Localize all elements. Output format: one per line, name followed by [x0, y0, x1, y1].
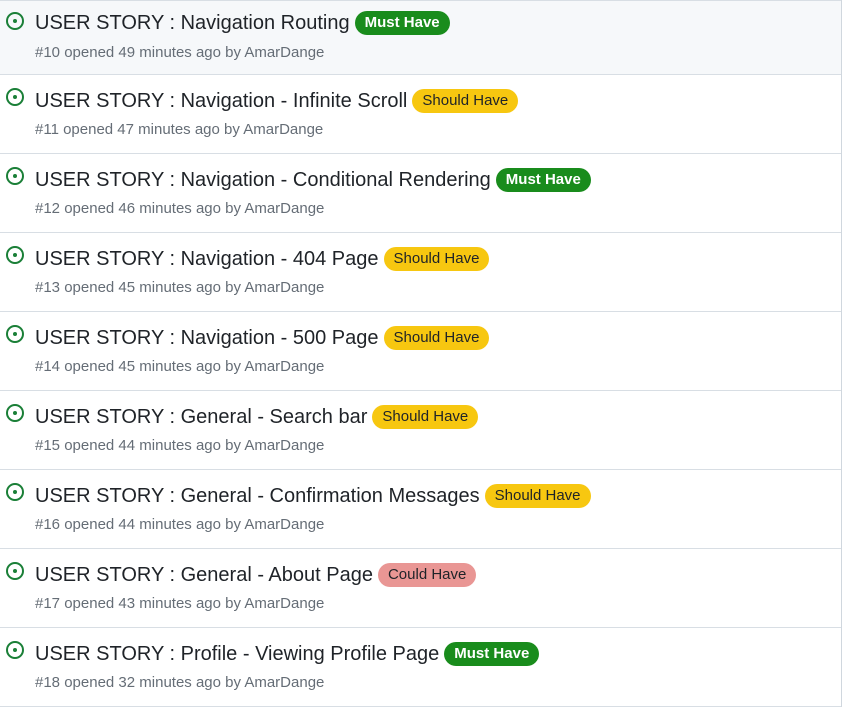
priority-label[interactable]: Should Have	[372, 405, 479, 429]
issue-title-link[interactable]: USER STORY : Navigation - 404 Page	[35, 247, 379, 271]
issue-open-icon	[6, 88, 24, 106]
issue-author-link[interactable]: AmarDange	[244, 200, 324, 217]
issue-title-link[interactable]: USER STORY : General - Confirmation Mess…	[35, 484, 480, 508]
issue-meta-text: #15 opened 44 minutes ago by	[35, 437, 241, 454]
issue-row[interactable]: USER STORY : General - Confirmation Mess…	[0, 470, 841, 549]
issue-meta: #14 opened 45 minutes ago by AmarDange	[35, 358, 324, 375]
issue-title-line: USER STORY : Navigation - 404 Page Shoul…	[35, 247, 490, 271]
issue-title-line: USER STORY : General - Confirmation Mess…	[35, 484, 591, 508]
issue-meta-text: #14 opened 45 minutes ago by	[35, 358, 241, 375]
issue-meta-text: #18 opened 32 minutes ago by	[35, 674, 241, 691]
priority-label[interactable]: Should Have	[412, 89, 519, 113]
issue-title-line: USER STORY : Profile - Viewing Profile P…	[35, 642, 540, 666]
issue-title-link[interactable]: USER STORY : General - Search bar	[35, 405, 367, 429]
issue-meta-text: #16 opened 44 minutes ago by	[35, 516, 241, 533]
issue-open-icon	[6, 562, 24, 580]
issue-row[interactable]: USER STORY : Navigation Routing Must Hav…	[0, 0, 841, 75]
issue-row[interactable]: USER STORY : General - Search bar Should…	[0, 391, 841, 470]
issue-open-icon	[6, 483, 24, 501]
issue-title-link[interactable]: USER STORY : Navigation - 500 Page	[35, 326, 379, 350]
priority-label[interactable]: Must Have	[354, 11, 450, 35]
issue-title-line: USER STORY : Navigation - Infinite Scrol…	[35, 89, 519, 113]
issue-author-link[interactable]: AmarDange	[244, 674, 324, 691]
issue-open-icon	[6, 167, 24, 185]
priority-label[interactable]: Should Have	[383, 326, 490, 350]
issue-author-link[interactable]: AmarDange	[244, 595, 324, 612]
issue-list: USER STORY : Navigation Routing Must Hav…	[0, 0, 842, 707]
priority-label[interactable]: Should Have	[484, 484, 591, 508]
priority-label[interactable]: Should Have	[383, 247, 490, 271]
issue-author-link[interactable]: AmarDange	[244, 516, 324, 533]
issue-open-icon	[6, 12, 24, 30]
issue-meta: #18 opened 32 minutes ago by AmarDange	[35, 674, 324, 691]
issue-author-link[interactable]: AmarDange	[244, 358, 324, 375]
issue-author-link[interactable]: AmarDange	[244, 279, 324, 296]
issue-meta-text: #13 opened 45 minutes ago by	[35, 279, 241, 296]
issue-meta-text: #11 opened 47 minutes ago by	[35, 121, 240, 138]
issue-meta: #12 opened 46 minutes ago by AmarDange	[35, 200, 324, 217]
issue-open-icon	[6, 404, 24, 422]
issue-title-link[interactable]: USER STORY : Navigation Routing	[35, 11, 350, 35]
issue-title-line: USER STORY : Navigation - Conditional Re…	[35, 168, 591, 192]
issue-meta-text: #17 opened 43 minutes ago by	[35, 595, 241, 612]
issue-meta-text: #10 opened 49 minutes ago by	[35, 44, 241, 61]
issue-row[interactable]: USER STORY : Navigation - Infinite Scrol…	[0, 75, 841, 154]
issue-open-icon	[6, 641, 24, 659]
issue-title-link[interactable]: USER STORY : General - About Page	[35, 563, 373, 587]
issue-meta: #13 opened 45 minutes ago by AmarDange	[35, 279, 324, 296]
issue-title-link[interactable]: USER STORY : Navigation - Infinite Scrol…	[35, 89, 407, 113]
issue-meta: #16 opened 44 minutes ago by AmarDange	[35, 516, 324, 533]
issue-row[interactable]: USER STORY : Profile - Viewing Profile P…	[0, 628, 841, 707]
issue-row[interactable]: USER STORY : General - About Page Could …	[0, 549, 841, 628]
issue-row[interactable]: USER STORY : Navigation - Conditional Re…	[0, 154, 841, 233]
issue-title-link[interactable]: USER STORY : Navigation - Conditional Re…	[35, 168, 491, 192]
issue-meta: #15 opened 44 minutes ago by AmarDange	[35, 437, 324, 454]
issue-row[interactable]: USER STORY : Navigation - 500 Page Shoul…	[0, 312, 841, 391]
issue-title-line: USER STORY : General - Search bar Should…	[35, 405, 479, 429]
priority-label[interactable]: Must Have	[495, 168, 591, 192]
issue-open-icon	[6, 246, 24, 264]
priority-label[interactable]: Could Have	[377, 563, 477, 587]
issue-open-icon	[6, 325, 24, 343]
issue-meta: #11 opened 47 minutes ago by AmarDange	[35, 121, 323, 138]
issue-title-line: USER STORY : Navigation Routing Must Hav…	[35, 11, 450, 35]
issue-author-link[interactable]: AmarDange	[243, 121, 323, 138]
issue-author-link[interactable]: AmarDange	[244, 437, 324, 454]
issue-title-line: USER STORY : General - About Page Could …	[35, 563, 477, 587]
issue-row[interactable]: USER STORY : Navigation - 404 Page Shoul…	[0, 233, 841, 312]
issue-meta-text: #12 opened 46 minutes ago by	[35, 200, 241, 217]
issue-author-link[interactable]: AmarDange	[244, 44, 324, 61]
priority-label[interactable]: Must Have	[444, 642, 540, 666]
issue-meta: #10 opened 49 minutes ago by AmarDange	[35, 44, 324, 61]
issue-title-link[interactable]: USER STORY : Profile - Viewing Profile P…	[35, 642, 439, 666]
issue-meta: #17 opened 43 minutes ago by AmarDange	[35, 595, 324, 612]
issue-title-line: USER STORY : Navigation - 500 Page Shoul…	[35, 326, 490, 350]
